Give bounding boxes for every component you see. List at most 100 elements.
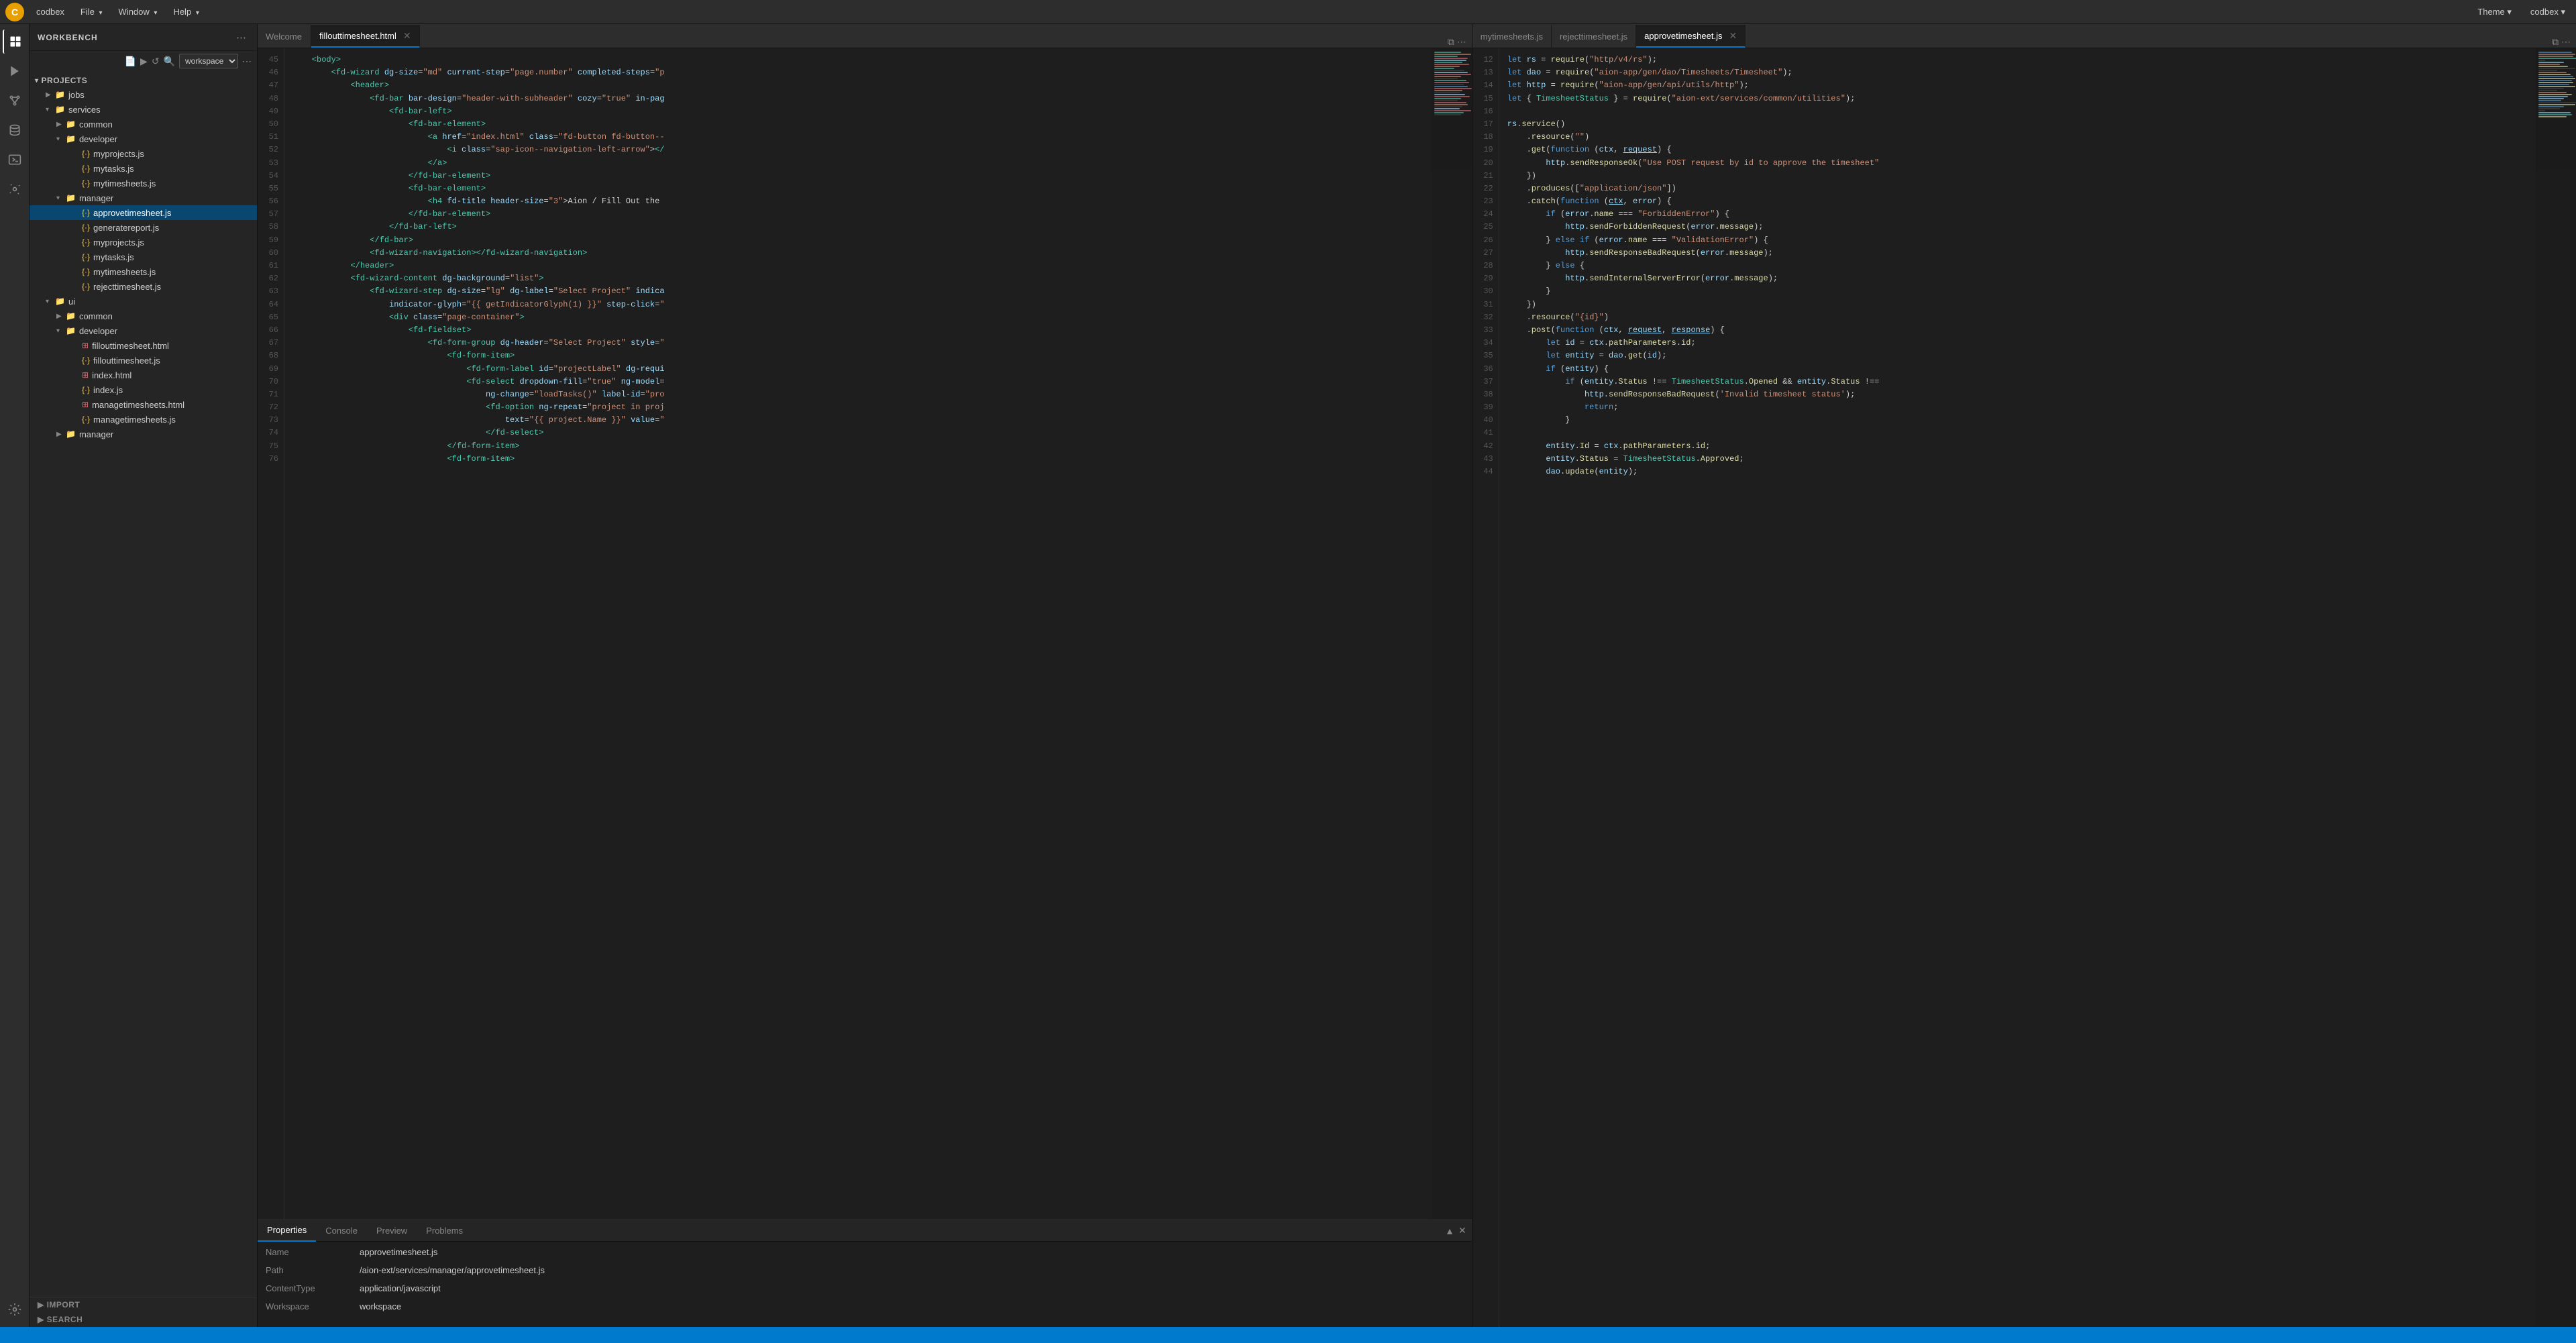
panel-value-contenttype: application/javascript bbox=[360, 1283, 441, 1293]
panel-row-path: Path /aion-ext/services/manager/approvet… bbox=[266, 1265, 1464, 1275]
tab-fillouttimesheet-html[interactable]: fillouttimesheet.html ✕ bbox=[311, 25, 420, 48]
tree-search-icon[interactable]: 🔍 bbox=[164, 56, 175, 67]
right-more-tabs-icon[interactable]: ⋯ bbox=[2561, 36, 2571, 48]
tree-item-rejecttimesheet[interactable]: ▶ {·} rejecttimesheet.js bbox=[30, 279, 257, 294]
tree-item-services[interactable]: ▾ 📁 services bbox=[30, 102, 257, 117]
panel-label-path: Path bbox=[266, 1265, 360, 1275]
panel-minimize-icon[interactable]: ▲ bbox=[1445, 1226, 1454, 1236]
left-line-numbers: 45 46 47 48 49 50 51 52 53 54 55 56 bbox=[258, 48, 284, 1220]
tree-item-index-html[interactable]: ▶ ⊞ index.html bbox=[30, 368, 257, 382]
panel-label-workspace: Workspace bbox=[266, 1301, 360, 1311]
tree-item-services-developer[interactable]: ▾ 📁 developer bbox=[30, 131, 257, 146]
activity-extensions[interactable] bbox=[3, 177, 27, 201]
panel-row-name: Name approvetimesheet.js bbox=[266, 1247, 1464, 1257]
tree-refresh-icon[interactable]: ↺ bbox=[152, 56, 160, 67]
app-logo: C bbox=[5, 3, 24, 21]
menu-codbex[interactable]: codbex bbox=[30, 4, 71, 19]
sidebar-import[interactable]: ▶ IMPORT bbox=[30, 1297, 257, 1312]
tab-approvetimesheet[interactable]: approvetimesheet.js ✕ bbox=[1636, 25, 1746, 48]
editor-split: Welcome fillouttimesheet.html ✕ ⧉ ⋯ 45 bbox=[258, 24, 2576, 1327]
tab-rejecttimesheet[interactable]: rejecttimesheet.js bbox=[1552, 25, 1636, 48]
activity-bar bbox=[0, 24, 30, 1327]
panel-label-contenttype: ContentType bbox=[266, 1283, 360, 1293]
tab-mytimesheets[interactable]: mytimesheets.js bbox=[1472, 25, 1552, 48]
panel-actions: ▲ ✕ bbox=[1445, 1225, 1472, 1236]
projects-header[interactable]: ▾ PROJECTS bbox=[30, 74, 257, 87]
tree-more-icon[interactable]: ⋯ bbox=[242, 56, 252, 67]
left-code-content[interactable]: <body> <fd-wizard dg-size="md" current-s… bbox=[284, 48, 1432, 1220]
tree-item-ui-common[interactable]: ▶ 📁 common bbox=[30, 309, 257, 323]
sidebar-search[interactable]: ▶ SEARCH bbox=[30, 1312, 257, 1327]
menu-items: codbex File ▾ Window ▾ Help ▾ bbox=[30, 4, 2472, 19]
tree-item-managetimesheets-html[interactable]: ▶ ⊞ managetimesheets.html bbox=[30, 397, 257, 412]
editor-area: Welcome fillouttimesheet.html ✕ ⧉ ⋯ 45 bbox=[258, 24, 2576, 1327]
tree-item-fillouttimesheet-html[interactable]: ▶ ⊞ fillouttimesheet.html bbox=[30, 338, 257, 353]
menu-right: Theme ▾ codbex ▾ bbox=[2472, 5, 2571, 19]
workspace-selector[interactable]: workspace bbox=[179, 54, 238, 68]
menu-theme[interactable]: Theme ▾ bbox=[2472, 5, 2517, 19]
tree-run-icon[interactable]: ▶ bbox=[140, 56, 148, 67]
menu-file[interactable]: File ▾ bbox=[74, 4, 109, 19]
tree-item-mytasks-dev[interactable]: ▶ {·} mytasks.js bbox=[30, 161, 257, 176]
right-line-numbers: 12 13 14 15 16 17 18 19 20 21 22 23 24 2… bbox=[1472, 48, 1499, 1327]
projects-section: ▾ PROJECTS ▶ 📁 jobs ▾ 📁 services bbox=[30, 71, 257, 444]
sidebar-footer: ▶ IMPORT ▶ SEARCH bbox=[30, 1297, 257, 1327]
panel-label-name: Name bbox=[266, 1247, 360, 1257]
tree-item-jobs[interactable]: ▶ 📁 jobs bbox=[30, 87, 257, 102]
sidebar-content: ▾ PROJECTS ▶ 📁 jobs ▾ 📁 services bbox=[30, 71, 257, 1297]
right-split-icon[interactable]: ⧉ bbox=[2552, 36, 2559, 48]
right-code-editor: 12 13 14 15 16 17 18 19 20 21 22 23 24 2… bbox=[1472, 48, 2576, 1327]
panel-tab-problems[interactable]: Problems bbox=[417, 1220, 472, 1242]
tree-item-manager[interactable]: ▾ 📁 manager bbox=[30, 191, 257, 205]
tree-item-myprojects-mgr[interactable]: ▶ {·} myprojects.js bbox=[30, 235, 257, 250]
right-code-content[interactable]: let rs = require("http/v4/rs"); let dao … bbox=[1499, 48, 2536, 1327]
tree-item-mytimesheets-dev[interactable]: ▶ {·} mytimesheets.js bbox=[30, 176, 257, 191]
tree-item-myprojects-dev[interactable]: ▶ {·} myprojects.js bbox=[30, 146, 257, 161]
tree-item-managetimesheets-js[interactable]: ▶ {·} managetimesheets.js bbox=[30, 412, 257, 427]
panel-close-icon[interactable]: ✕ bbox=[1458, 1225, 1466, 1236]
activity-terminal[interactable] bbox=[3, 148, 27, 172]
menu-window[interactable]: Window ▾ bbox=[112, 4, 164, 19]
menu-codbex-right[interactable]: codbex ▾ bbox=[2525, 5, 2571, 19]
menu-bar: C codbex File ▾ Window ▾ Help ▾ Theme ▾ … bbox=[0, 0, 2576, 24]
main-layout: Workbench ⋯ 📄 ▶ ↺ 🔍 workspace ⋯ ▾ PROJEC… bbox=[0, 24, 2576, 1327]
sidebar-header: Workbench ⋯ bbox=[30, 24, 257, 51]
tab-close-approvetimesheet[interactable]: ✕ bbox=[1729, 30, 1737, 42]
panel-tab-properties[interactable]: Properties bbox=[258, 1220, 316, 1242]
panel-tabs: Properties Console Preview Problems ▲ bbox=[258, 1220, 1472, 1242]
tree-item-ui-developer[interactable]: ▾ 📁 developer bbox=[30, 323, 257, 338]
menu-help[interactable]: Help ▾ bbox=[166, 4, 205, 19]
right-minimap bbox=[2536, 48, 2576, 1327]
activity-git[interactable] bbox=[3, 89, 27, 113]
panel-row-workspace: Workspace workspace bbox=[266, 1301, 1464, 1311]
tree-item-ui-manager[interactable]: ▶ 📁 manager bbox=[30, 427, 257, 441]
bottom-panel: Properties Console Preview Problems ▲ bbox=[258, 1220, 1472, 1327]
tree-item-mytasks-mgr[interactable]: ▶ {·} mytasks.js bbox=[30, 250, 257, 264]
tree-item-ui[interactable]: ▾ 📁 ui bbox=[30, 294, 257, 309]
left-editor-pane: Welcome fillouttimesheet.html ✕ ⧉ ⋯ 45 bbox=[258, 24, 1472, 1327]
tree-item-fillouttimesheet-js[interactable]: ▶ {·} fillouttimesheet.js bbox=[30, 353, 257, 368]
tab-welcome[interactable]: Welcome bbox=[258, 25, 311, 48]
right-tab-actions: ⧉ ⋯ bbox=[2546, 36, 2576, 48]
activity-run[interactable] bbox=[3, 59, 27, 83]
more-tabs-icon[interactable]: ⋯ bbox=[1457, 36, 1466, 48]
panel-tab-console[interactable]: Console bbox=[316, 1220, 367, 1242]
panel-tab-preview[interactable]: Preview bbox=[367, 1220, 417, 1242]
left-code-editor: 45 46 47 48 49 50 51 52 53 54 55 56 bbox=[258, 48, 1472, 1220]
tree-item-mytimesheets-mgr[interactable]: ▶ {·} mytimesheets.js bbox=[30, 264, 257, 279]
tree-item-generatereport[interactable]: ▶ {·} generatereport.js bbox=[30, 220, 257, 235]
tree-item-services-common[interactable]: ▶ 📁 common bbox=[30, 117, 257, 131]
panel-content: Name approvetimesheet.js Path /aion-ext/… bbox=[258, 1242, 1472, 1327]
tree-item-approvetimesheet[interactable]: ▶ {·} approvetimesheet.js bbox=[30, 205, 257, 220]
right-editor-pane: mytimesheets.js rejecttimesheet.js appro… bbox=[1472, 24, 2576, 1327]
left-editor-main: 45 46 47 48 49 50 51 52 53 54 55 56 bbox=[258, 48, 1472, 1220]
tree-item-index-js[interactable]: ▶ {·} index.js bbox=[30, 382, 257, 397]
left-minimap bbox=[1432, 48, 1472, 1220]
sidebar-action-new-file[interactable]: ⋯ bbox=[233, 30, 249, 45]
activity-database[interactable] bbox=[3, 118, 27, 142]
split-editor-icon[interactable]: ⧉ bbox=[1448, 36, 1454, 48]
activity-explorer[interactable] bbox=[3, 30, 27, 54]
activity-settings[interactable] bbox=[3, 1297, 27, 1322]
tab-close-fillouttimesheet[interactable]: ✕ bbox=[403, 30, 411, 42]
tree-file-icon[interactable]: 📄 bbox=[125, 56, 136, 67]
